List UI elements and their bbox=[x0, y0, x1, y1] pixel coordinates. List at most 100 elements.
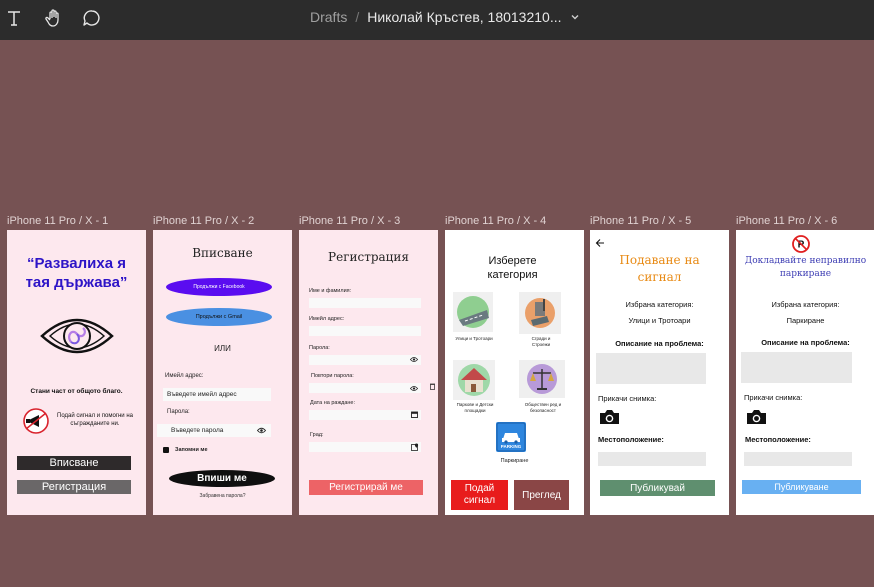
frame-label[interactable]: iPhone 11 Pro / X - 3 bbox=[299, 215, 400, 227]
frame-categories[interactable]: Изберете категория Улици и Тротоари Сгра… bbox=[445, 230, 584, 515]
park-icon bbox=[458, 364, 490, 396]
category-label: Обществен ред и безопасност bbox=[524, 402, 562, 413]
page-title: Вписване bbox=[192, 246, 253, 260]
email-input[interactable]: Въведете имейл адрес bbox=[163, 388, 271, 401]
or-divider: ИЛИ bbox=[214, 344, 231, 353]
description-label: Описание на проблема: bbox=[761, 338, 850, 347]
frame-register[interactable]: Регистрация Име и фамилия: Имейл адрес: … bbox=[299, 230, 438, 515]
selected-category-value: Паркиране bbox=[786, 316, 825, 325]
description-input[interactable] bbox=[596, 353, 706, 384]
hand-tool-button[interactable] bbox=[42, 6, 66, 30]
text-icon bbox=[8, 11, 20, 26]
birth-date-input[interactable] bbox=[309, 410, 421, 420]
parking-sign-text: PARKING bbox=[500, 444, 522, 449]
report-button[interactable]: Подай сигнал bbox=[451, 480, 508, 510]
page-title: Изберете категория bbox=[487, 255, 538, 281]
submit-login-button[interactable]: Впиши ме bbox=[169, 470, 275, 487]
field-label: Имейл адрес: bbox=[309, 316, 345, 322]
trash-icon[interactable] bbox=[430, 383, 435, 390]
login-button[interactable]: Вписване bbox=[17, 456, 131, 470]
frame-label[interactable]: iPhone 11 Pro / X - 5 bbox=[590, 215, 691, 227]
frame-login[interactable]: Вписване Продължи с Facebook Продължи с … bbox=[153, 230, 292, 515]
map-pin-icon[interactable] bbox=[411, 443, 419, 451]
full-name-input[interactable] bbox=[309, 298, 421, 308]
camera-icon[interactable] bbox=[599, 409, 620, 425]
comment-tool-button[interactable] bbox=[80, 6, 104, 30]
page-title: Регистрация bbox=[328, 250, 409, 264]
category-tile-streets[interactable] bbox=[453, 292, 493, 332]
comment-icon bbox=[83, 10, 100, 26]
frame-welcome[interactable]: “Развалиха я тая държава” Стани част от … bbox=[7, 230, 146, 515]
back-arrow-icon[interactable] bbox=[595, 238, 605, 248]
app-logo-icon bbox=[40, 318, 114, 354]
attach-photo-label: Прикачи снимка: bbox=[598, 394, 657, 403]
page-title: Подаване на сигнал bbox=[619, 253, 700, 284]
page-title: Докладвайте неправилно паркиране bbox=[744, 256, 867, 279]
remember-me-label: Запомни ме bbox=[175, 447, 208, 453]
text-tool-button[interactable] bbox=[2, 6, 26, 30]
facebook-button[interactable]: Продължи с Facebook bbox=[166, 278, 272, 296]
remember-me-checkbox[interactable] bbox=[163, 447, 169, 453]
justice-scale-icon bbox=[527, 364, 557, 394]
publish-button[interactable]: Публикуване bbox=[742, 480, 861, 494]
eye-icon[interactable] bbox=[257, 427, 266, 434]
breadcrumb: Drafts / Николай Кръстев, 18013210... bbox=[310, 9, 580, 25]
construction-icon bbox=[525, 298, 555, 328]
description-label: Описание на проблема: bbox=[615, 339, 704, 348]
location-input[interactable] bbox=[598, 452, 706, 466]
field-label: Парола: bbox=[309, 345, 330, 351]
field-label: Град: bbox=[310, 432, 324, 438]
hand-icon bbox=[45, 9, 59, 27]
email-label: Имейл адрес: bbox=[165, 373, 204, 379]
location-label: Местоположение: bbox=[745, 435, 811, 444]
eye-icon[interactable] bbox=[410, 385, 418, 392]
app-quote: “Развалиха я тая държава” bbox=[25, 255, 128, 291]
frame-label[interactable]: iPhone 11 Pro / X - 1 bbox=[7, 215, 108, 227]
location-input[interactable] bbox=[744, 452, 852, 466]
field-label: Име и фамилия: bbox=[309, 288, 352, 294]
field-label: Повтори парола: bbox=[311, 373, 354, 379]
selected-category-label: Избрана категория: bbox=[771, 300, 840, 309]
review-button[interactable]: Преглед bbox=[514, 480, 569, 510]
eye-icon[interactable] bbox=[410, 356, 418, 363]
password-input[interactable] bbox=[309, 355, 421, 365]
frame-label[interactable]: iPhone 11 Pro / X - 6 bbox=[736, 215, 837, 227]
camera-icon[interactable] bbox=[746, 409, 767, 425]
forgot-password-link[interactable]: Забравена парола? bbox=[153, 493, 292, 499]
top-toolbar: Drafts / Николай Кръстев, 18013210... bbox=[0, 0, 874, 40]
tagline: Стани част от общото благо. bbox=[30, 388, 123, 395]
category-label: Улици и Тротоари bbox=[455, 336, 493, 341]
category-tile-parking[interactable]: PARKING bbox=[496, 422, 526, 452]
breadcrumb-drafts[interactable]: Drafts bbox=[310, 9, 347, 25]
frame-label[interactable]: iPhone 11 Pro / X - 4 bbox=[445, 215, 546, 227]
calendar-icon[interactable] bbox=[411, 411, 418, 418]
repeat-password-input[interactable] bbox=[309, 383, 421, 393]
publish-button[interactable]: Публикувай bbox=[600, 480, 715, 496]
register-button[interactable]: Регистрация bbox=[17, 480, 131, 494]
field-label: Дата на раждане: bbox=[310, 400, 356, 406]
file-name[interactable]: Николай Кръстев, 18013210... bbox=[367, 9, 561, 25]
frame-label[interactable]: iPhone 11 Pro / X - 2 bbox=[153, 215, 254, 227]
category-tile-parks[interactable] bbox=[453, 360, 495, 400]
chevron-down-icon[interactable] bbox=[570, 12, 580, 22]
frame-parking-report[interactable]: P Докладвайте неправилно паркиране Избра… bbox=[736, 230, 874, 515]
password-input[interactable]: Въведете парола bbox=[157, 424, 271, 437]
info-text: Подай сигнал и помогни на съгражданите н… bbox=[57, 413, 133, 427]
category-label: Паркове и Детски площадки bbox=[456, 402, 494, 413]
category-tile-public-order[interactable] bbox=[519, 360, 565, 398]
selected-category-value: Улици и Тротоари bbox=[628, 316, 691, 325]
description-input[interactable] bbox=[741, 352, 852, 383]
location-label: Местоположение: bbox=[598, 435, 664, 444]
attach-photo-label: Прикачи снимка: bbox=[744, 393, 803, 402]
email-input[interactable] bbox=[309, 326, 421, 336]
breadcrumb-separator: / bbox=[355, 9, 360, 25]
report-megaphone-icon bbox=[23, 408, 49, 434]
frame-report[interactable]: Подаване на сигнал Избрана категория: Ул… bbox=[590, 230, 729, 515]
password-label: Парола: bbox=[167, 409, 190, 415]
register-submit-button[interactable]: Регистрирай ме bbox=[309, 480, 423, 495]
gmail-button[interactable]: Продължи с Gmail bbox=[166, 308, 272, 326]
no-parking-icon: P bbox=[792, 235, 810, 253]
city-input[interactable] bbox=[309, 442, 421, 452]
street-icon bbox=[457, 296, 489, 328]
category-tile-buildings[interactable] bbox=[519, 292, 561, 334]
